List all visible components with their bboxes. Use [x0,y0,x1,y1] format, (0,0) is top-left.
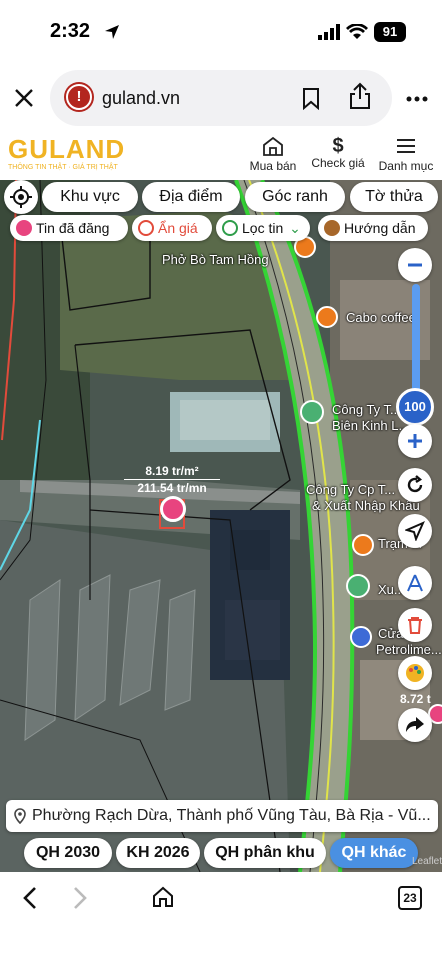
locate-me-button[interactable] [4,180,38,214]
navigation-arrow-icon [405,521,425,541]
status-time: 2:32 [50,20,91,42]
status-bar: 2:32 91 [0,0,442,66]
bookmark-icon[interactable] [302,88,320,110]
price-label-right[interactable]: 8.72 t [400,692,431,706]
filter-khu-vuc[interactable]: Khu vực [42,182,138,212]
close-icon[interactable] [14,88,34,108]
layer-qh-khac[interactable]: QH khác [330,838,418,868]
site-warning-icon[interactable]: ! [66,84,92,110]
filter-to-thua[interactable]: Tờ thửa [350,182,438,212]
logo-tagline: THÔNG TIN THẬT · GIÁ TRỊ THẬT [8,164,118,171]
forward-icon[interactable] [72,886,88,910]
chip-label: Tin đã đăng [36,220,110,236]
map-style-button[interactable] [398,656,432,690]
layer-qh-2030[interactable]: QH 2030 [24,838,112,868]
refresh-icon [407,475,423,493]
company-pin-icon[interactable] [346,574,370,598]
fuel-pin-icon[interactable] [350,626,372,648]
refresh-button[interactable] [398,468,432,502]
crosshair-icon [10,186,32,208]
layer-kh-2026[interactable]: KH 2026 [116,838,200,868]
menu-label: Check giá [311,156,365,170]
user-post-icon [16,220,32,236]
price-label[interactable]: 8.19 tr/m² 211.54 tr/mn [124,463,220,496]
measure-tool-button[interactable] [398,566,432,600]
tabs-button[interactable]: 23 [398,886,422,910]
zoom-in-button[interactable] [398,424,432,458]
zoom-slider-track[interactable] [412,284,420,400]
filter-goc-ranh[interactable]: Góc ranh [245,182,345,212]
filter-an-gia[interactable]: Ẩn giá [132,215,212,241]
menu-label: Mua bán [249,159,297,173]
zoom-out-button[interactable] [398,248,432,282]
navigate-button[interactable] [398,514,432,548]
location-arrow-icon [105,25,119,39]
guide-icon [324,220,340,236]
palette-icon [406,664,424,682]
chip-label: Lọc tin [242,220,284,236]
poi-label[interactable]: Công Ty Cp T... [306,482,395,497]
poi-label[interactable]: Petrolime... [376,642,442,657]
layer-qh-phan-khu[interactable]: QH phân khu [204,838,326,868]
price-per-m2: 8.19 tr/m² [124,463,220,480]
poi-label[interactable]: Biên Kinh L... [332,418,409,433]
compass-draw-icon [407,574,423,592]
filter-pin-icon [222,220,238,236]
menu-check-gia[interactable]: $ Check giá [310,136,366,170]
delete-button[interactable] [398,608,432,642]
browser-bottom-bar: 23 [0,872,442,960]
satellite-map [0,180,442,872]
guland-logo[interactable]: GULAND THÔNG TIN THẬT · GIÁ TRỊ THẬT [8,134,125,171]
filter-loc-tin[interactable]: Lọc tin ⌄ [216,215,310,241]
back-icon[interactable] [22,886,38,910]
parcel-marker[interactable] [160,496,186,522]
menu-label: Danh mục [378,159,434,173]
filter-tin-da-dang[interactable]: Tin đã đăng [10,215,128,241]
price-total: 211.54 tr/mn [137,481,207,495]
logo-text: GULAND [8,134,126,164]
more-options-icon[interactable] [406,96,428,102]
station-pin-icon[interactable] [352,534,374,556]
share-icon[interactable] [348,82,372,110]
dollar-icon: $ [332,135,344,157]
map-view[interactable]: Phở Bò Tam Hồng Cabo coffee Công Ty T...… [0,180,442,872]
chip-label: Hướng dẫn [344,220,416,236]
share-map-button[interactable] [398,708,432,742]
poi-label[interactable]: & Xuất Nhập Khẩu [312,498,420,513]
share-arrow-icon [406,717,424,732]
map-attribution[interactable]: Leaflet [412,856,442,867]
poi-label[interactable]: Cabo coffee [346,310,416,325]
cafe-pin-icon[interactable] [316,306,338,328]
filter-dia-diem[interactable]: Địa điểm [142,182,240,212]
poi-label[interactable]: Công Ty T... [332,402,401,417]
menu-danh-muc[interactable]: Danh mục [376,136,436,173]
trash-icon [408,617,422,634]
hide-price-icon [138,220,154,236]
house-icon [263,136,283,156]
address-bar[interactable]: Phường Rạch Dừa, Thành phố Vũng Tàu, Bà … [6,800,438,832]
chip-label: Ẩn giá [158,220,198,236]
menu-mua-ban[interactable]: Mua bán [248,136,298,173]
battery-indicator: 91 [374,22,406,42]
browser-toolbar: ! guland.vn [0,66,442,130]
wifi-icon [346,24,368,39]
chevron-down-icon: ⌄ [289,220,301,236]
location-pin-icon [14,808,26,824]
home-icon[interactable] [152,886,174,908]
cellular-signal-icon [318,24,340,40]
hamburger-icon [397,139,415,153]
site-header: GULAND THÔNG TIN THẬT · GIÁ TRỊ THẬT Mua… [0,130,442,180]
zoom-slider-handle[interactable]: 100 [396,388,434,426]
url-text[interactable]: guland.vn [102,88,180,109]
address-text: Phường Rạch Dừa, Thành phố Vũng Tàu, Bà … [32,807,431,824]
filter-huong-dan[interactable]: Hướng dẫn [318,215,428,241]
plus-icon [408,434,422,448]
poi-label[interactable]: Phở Bò Tam Hồng [162,252,269,267]
minus-icon [408,263,422,267]
company-pin-icon[interactable] [300,400,324,424]
